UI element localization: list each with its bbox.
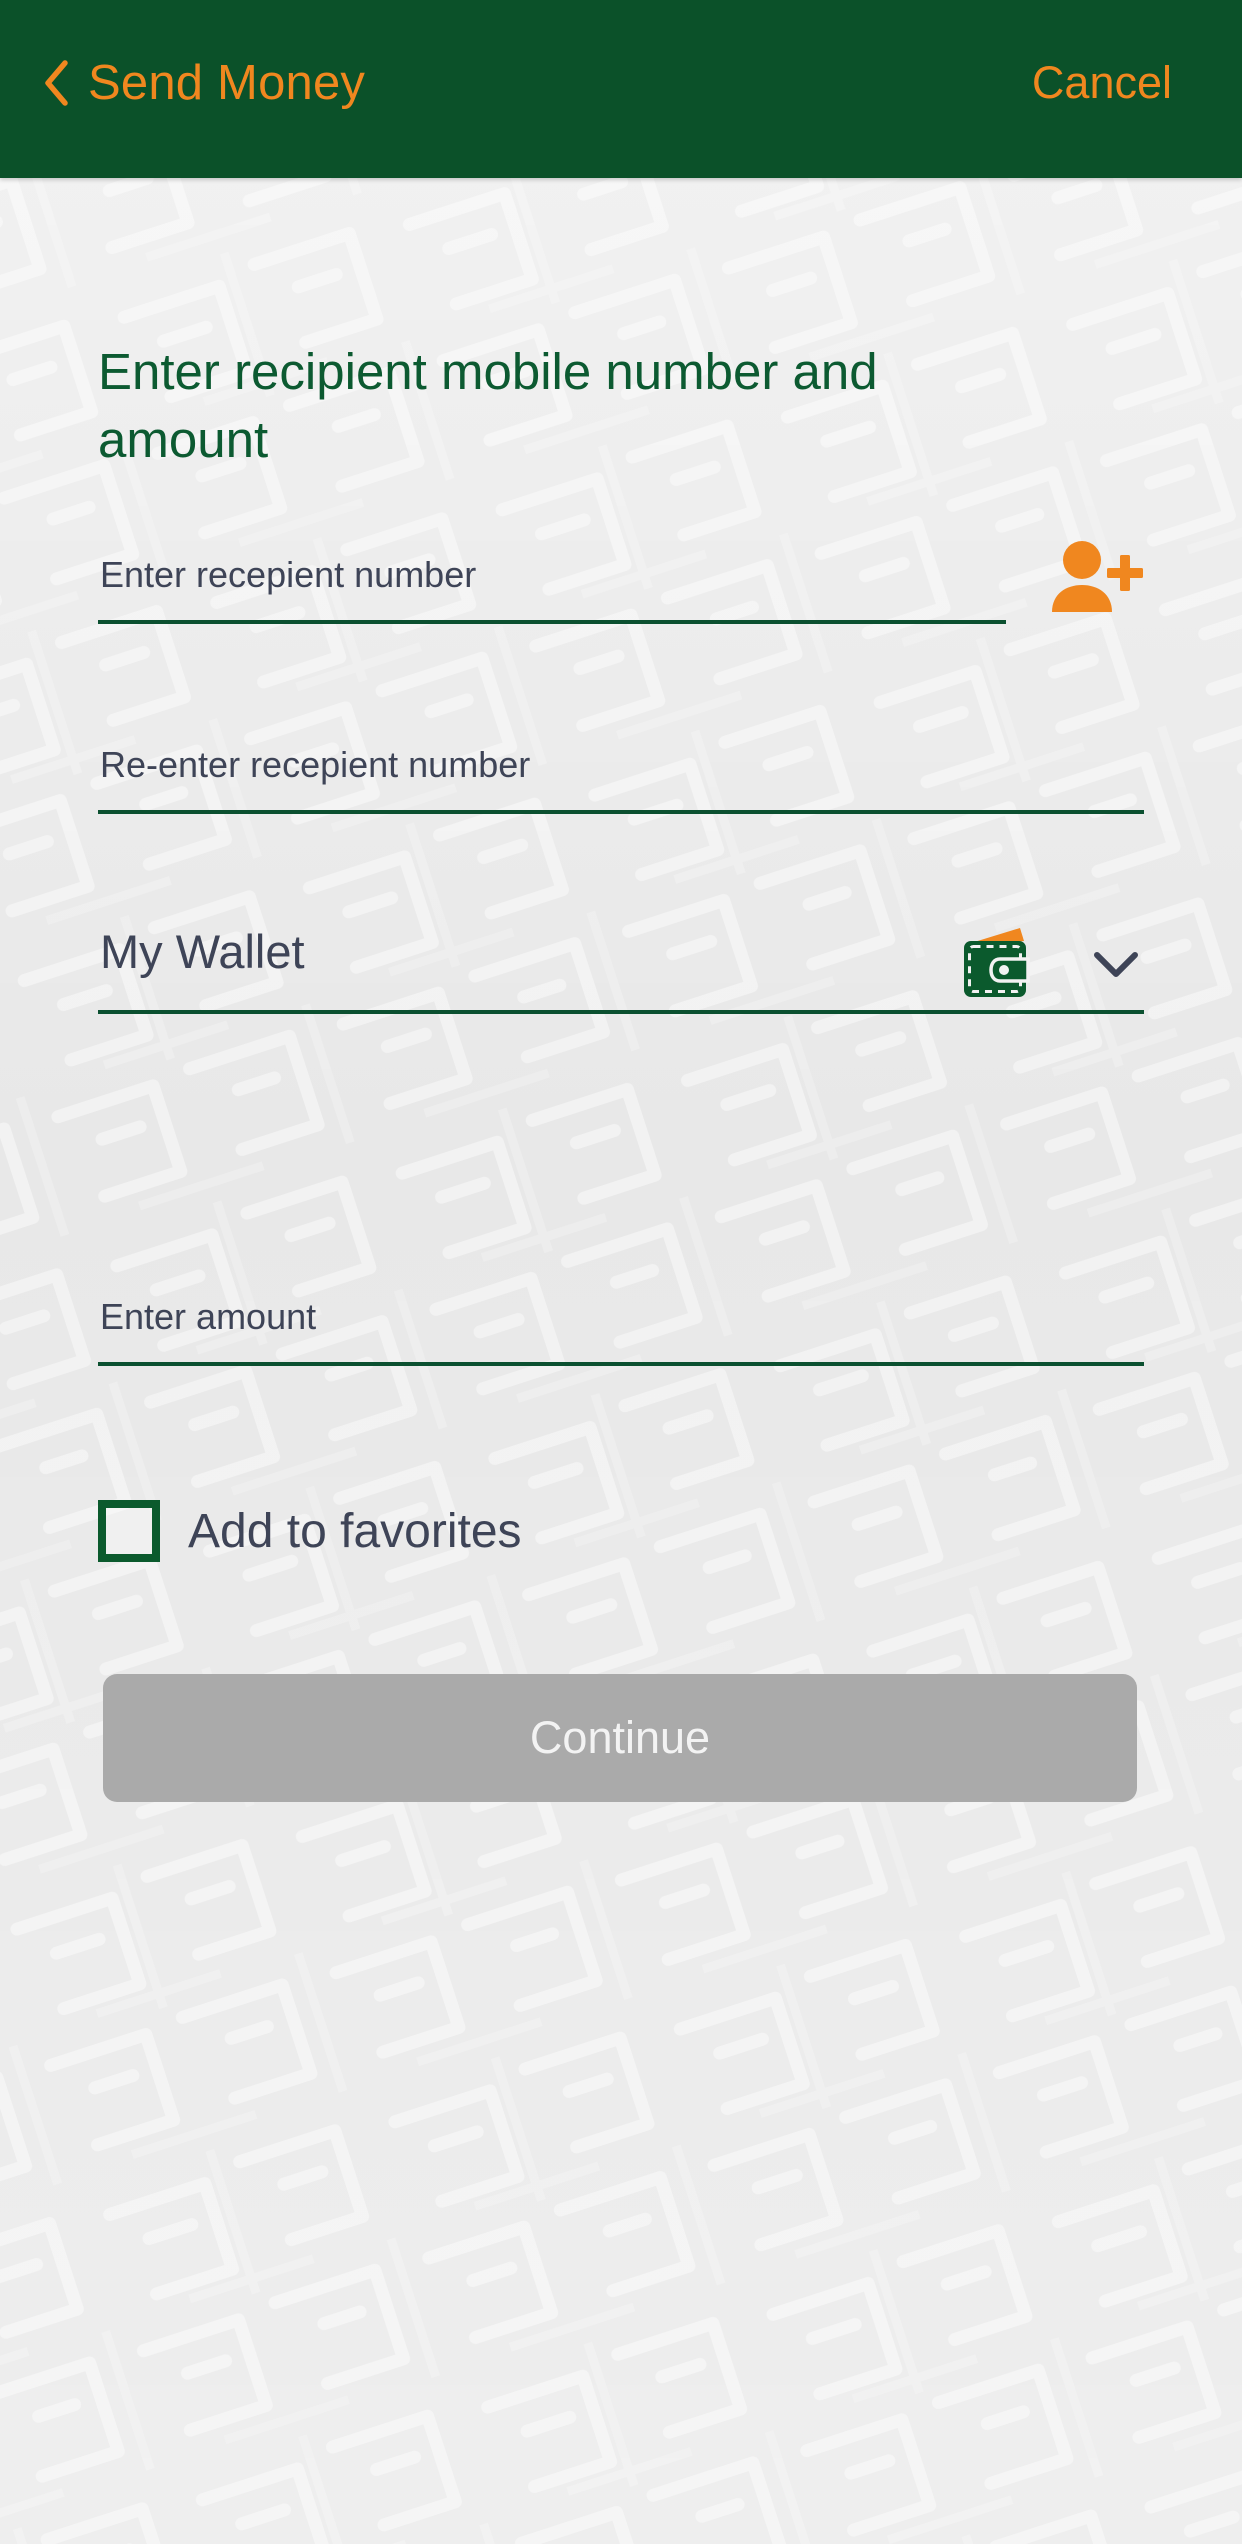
add-to-favorites-label: Add to favorites: [188, 1504, 522, 1558]
back-button[interactable]: Send Money: [42, 55, 365, 111]
amount-field[interactable]: Enter amount: [98, 1296, 1144, 1366]
field-underline: [98, 620, 1006, 624]
wallet-selector[interactable]: My Wallet: [98, 924, 1144, 1014]
form-heading: Enter recipient mobile number and amount: [98, 343, 878, 468]
field-underline: [98, 810, 1144, 814]
form-content: Enter recipient mobile number and amount…: [0, 178, 1242, 2544]
chevron-left-icon: [42, 60, 72, 106]
page-title: Send Money: [88, 56, 366, 110]
field-underline: [98, 1010, 1144, 1014]
chevron-down-icon[interactable]: [1090, 946, 1142, 982]
recipient-number-placeholder: Enter recepient number: [100, 554, 477, 595]
recipient-number-confirm-field[interactable]: Re-enter recepient number: [98, 744, 1144, 814]
person-add-icon[interactable]: [1048, 538, 1144, 616]
recipient-number-confirm-placeholder: Re-enter recepient number: [100, 744, 531, 785]
cancel-button[interactable]: Cancel: [1032, 57, 1172, 109]
field-underline: [98, 1362, 1144, 1366]
recipient-number-field[interactable]: Enter recepient number: [98, 541, 1144, 624]
wallet-icon: [958, 926, 1036, 1000]
wallet-selected-value: My Wallet: [100, 925, 305, 978]
continue-button[interactable]: Continue: [103, 1674, 1137, 1802]
app-header: Send Money Cancel: [0, 0, 1242, 178]
send-money-screen: Send Money Cancel Enter recipient mobile…: [0, 0, 1242, 2544]
amount-placeholder: Enter amount: [100, 1296, 317, 1337]
add-to-favorites-checkbox[interactable]: [98, 1500, 160, 1562]
add-to-favorites-row[interactable]: Add to favorites: [98, 1500, 522, 1562]
